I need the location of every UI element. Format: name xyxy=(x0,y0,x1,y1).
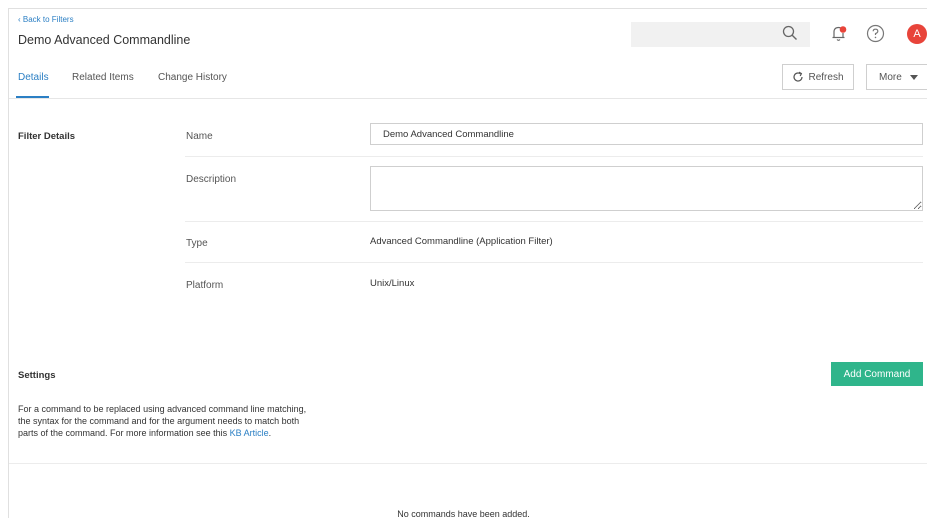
type-label: Type xyxy=(186,238,208,249)
search-icon[interactable] xyxy=(781,24,799,42)
tabs-divider xyxy=(9,98,927,99)
tab-change-history[interactable]: Change History xyxy=(158,72,227,83)
platform-value: Unix/Linux xyxy=(370,278,415,289)
settings-description: For a command to be replaced using advan… xyxy=(18,403,308,439)
user-avatar[interactable]: A xyxy=(907,24,927,44)
settings-divider xyxy=(9,463,927,464)
settings-description-end: . xyxy=(268,428,272,438)
field-divider xyxy=(185,262,923,263)
more-label: More xyxy=(879,71,902,83)
filter-details-heading: Filter Details xyxy=(18,131,76,142)
description-field[interactable] xyxy=(370,166,923,211)
platform-label: Platform xyxy=(186,280,224,291)
description-label: Description xyxy=(186,174,237,185)
type-value: Advanced Commandline (Application Filter… xyxy=(370,236,553,247)
refresh-button[interactable]: Refresh xyxy=(782,64,854,90)
field-divider xyxy=(185,221,923,222)
help-icon[interactable] xyxy=(866,24,885,43)
refresh-icon xyxy=(793,71,804,82)
notification-bell-icon[interactable] xyxy=(830,24,848,42)
name-field[interactable] xyxy=(370,123,923,145)
more-dropdown-button[interactable]: More xyxy=(866,64,927,90)
refresh-label: Refresh xyxy=(808,71,844,83)
settings-heading: Settings xyxy=(18,370,56,381)
back-to-filters-link[interactable]: ‹ Back to Filters xyxy=(18,15,74,24)
chevron-down-icon xyxy=(909,74,918,80)
name-label: Name xyxy=(186,131,213,142)
field-divider xyxy=(185,156,923,157)
page-title: Demo Advanced Commandline xyxy=(18,33,191,47)
kb-article-link[interactable]: KB Article xyxy=(230,428,269,438)
tab-details[interactable]: Details xyxy=(18,72,49,83)
add-command-button[interactable]: Add Command xyxy=(831,362,923,386)
tab-related-items[interactable]: Related Items xyxy=(72,72,134,83)
